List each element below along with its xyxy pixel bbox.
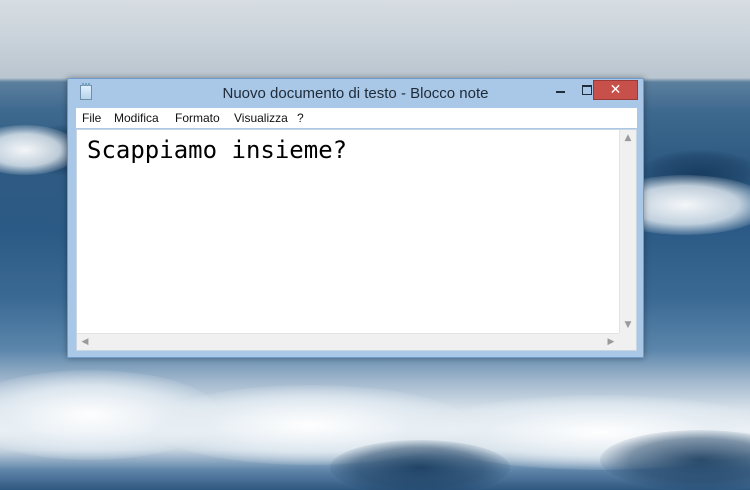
size-grip[interactable] bbox=[619, 333, 636, 350]
menu-modifica[interactable]: Modifica bbox=[114, 111, 159, 125]
vertical-scrollbar[interactable]: ▲ ▼ bbox=[619, 130, 636, 333]
scroll-left-icon[interactable]: ◀ bbox=[77, 334, 93, 350]
desktop-wallpaper: Nuovo documento di testo - Blocco note ✕… bbox=[0, 0, 750, 490]
minimize-icon bbox=[556, 91, 565, 93]
scroll-right-icon[interactable]: ▶ bbox=[603, 334, 619, 350]
title-bar[interactable]: Nuovo documento di testo - Blocco note ✕ bbox=[68, 79, 643, 108]
menu-help[interactable]: ? bbox=[297, 111, 304, 125]
wave-shape bbox=[330, 440, 510, 490]
close-button[interactable]: ✕ bbox=[593, 80, 638, 100]
menu-file[interactable]: File bbox=[82, 111, 101, 125]
text-area[interactable]: Scappiamo insieme? bbox=[87, 136, 616, 332]
text-editor[interactable]: Scappiamo insieme? ▲ ▼ ◀ ▶ bbox=[76, 129, 637, 351]
maximize-icon bbox=[582, 85, 592, 95]
close-icon: ✕ bbox=[609, 82, 622, 98]
minimize-button[interactable] bbox=[546, 80, 574, 99]
notepad-window[interactable]: Nuovo documento di testo - Blocco note ✕… bbox=[67, 78, 644, 358]
scroll-down-icon[interactable]: ▼ bbox=[620, 317, 636, 333]
menu-bar: File Modifica Formato Visualizza ? bbox=[76, 108, 637, 128]
horizontal-scrollbar[interactable]: ◀ ▶ bbox=[77, 333, 619, 350]
menu-formato[interactable]: Formato bbox=[175, 111, 220, 125]
menu-visualizza[interactable]: Visualizza bbox=[234, 111, 288, 125]
scroll-up-icon[interactable]: ▲ bbox=[620, 130, 636, 146]
